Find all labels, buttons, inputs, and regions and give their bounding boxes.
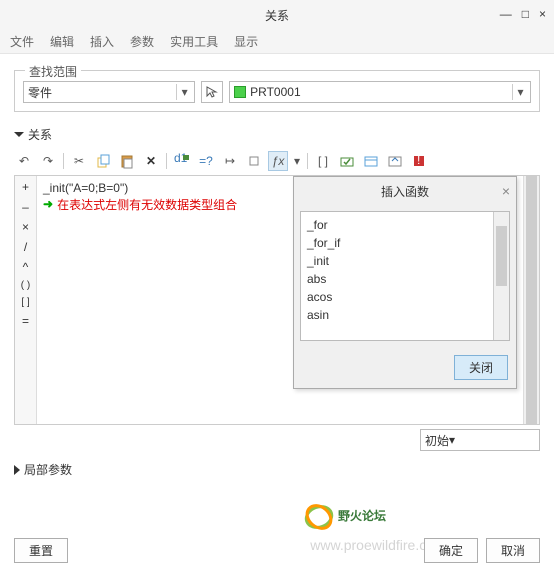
relations-header[interactable]: 关系 — [14, 126, 540, 143]
brackets-icon[interactable]: [ ] — [313, 151, 333, 171]
paste-icon[interactable] — [117, 151, 137, 171]
info-icon[interactable]: =? — [196, 151, 216, 171]
goto-icon[interactable]: ↦ — [220, 151, 240, 171]
title-bar: 关系 — □ × — [0, 0, 554, 30]
op-bracket[interactable]: [ ] — [21, 297, 29, 308]
redo-icon[interactable]: ↷ — [38, 151, 58, 171]
fx-button[interactable]: ƒx — [268, 151, 288, 171]
part-icon — [234, 86, 246, 98]
menu-edit[interactable]: 编辑 — [50, 33, 74, 50]
maximize-button[interactable]: □ — [522, 7, 529, 21]
list-item[interactable]: asin — [307, 306, 503, 324]
chevron-down-icon: ▾ — [176, 84, 192, 100]
copy-icon[interactable] — [93, 151, 113, 171]
list-item[interactable]: _init — [307, 252, 503, 270]
reorder-icon[interactable] — [385, 151, 405, 171]
op-eq[interactable]: = — [22, 314, 29, 328]
window-controls: — □ × — [500, 7, 546, 21]
collapse-icon — [14, 132, 24, 137]
cut-icon[interactable]: ✂ — [69, 151, 89, 171]
menu-display[interactable]: 显示 — [234, 33, 258, 50]
cursor-icon — [206, 86, 218, 98]
dims-icon[interactable]: d1 — [172, 151, 192, 171]
menu-insert[interactable]: 插入 — [90, 33, 114, 50]
validate-icon[interactable] — [337, 151, 357, 171]
window-title: 关系 — [265, 7, 289, 24]
reset-button[interactable]: 重置 — [14, 538, 68, 563]
op-plus[interactable]: + — [22, 180, 29, 194]
function-list: _for _for_if _init abs acos asin — [300, 211, 510, 341]
expand-icon — [14, 465, 20, 475]
init-dropdown[interactable]: 初始 ▾ — [420, 429, 540, 451]
relations-label: 关系 — [28, 126, 52, 143]
menu-file[interactable]: 文件 — [10, 33, 34, 50]
part-value: PRT0001 — [250, 85, 300, 99]
svg-text:!: ! — [417, 153, 420, 167]
list-item[interactable]: acos — [307, 288, 503, 306]
menu-bar: 文件 编辑 插入 参数 实用工具 显示 — [0, 30, 554, 54]
popup-close-button[interactable]: 关闭 — [454, 355, 508, 380]
menu-utils[interactable]: 实用工具 — [170, 33, 218, 50]
pick-button[interactable] — [201, 81, 223, 103]
error-text: 在表达式左侧有无效数据类型组合 — [57, 196, 237, 213]
bracket-icon[interactable] — [244, 151, 264, 171]
close-button[interactable]: × — [539, 7, 546, 21]
op-div[interactable]: / — [24, 240, 27, 254]
op-pow[interactable]: ^ — [23, 260, 29, 274]
op-mult[interactable]: × — [22, 220, 29, 234]
list-item[interactable]: _for_if — [307, 234, 503, 252]
chevron-down-icon: ▾ — [449, 433, 455, 447]
footer: 重置 确定 取消 — [14, 538, 540, 563]
part-dropdown[interactable]: PRT0001 ▾ — [229, 81, 531, 103]
flag-icon[interactable]: ! — [409, 151, 429, 171]
op-minus[interactable]: – — [22, 200, 29, 214]
svg-text:野火论坛: 野火论坛 — [338, 508, 386, 523]
code-line-1: _init("A=0;B=0") — [43, 181, 128, 195]
scope-legend: 查找范围 — [25, 63, 81, 80]
error-icon: ➜ — [43, 197, 53, 211]
wildfire-logo: 野火论坛 — [304, 502, 424, 535]
scope-type-dropdown[interactable]: 零件 ▾ — [23, 81, 195, 103]
popup-title: 插入函数 — [381, 183, 429, 200]
fx-dropdown-icon[interactable]: ▾ — [292, 151, 302, 171]
list-scrollbar[interactable] — [493, 212, 509, 340]
ok-button[interactable]: 确定 — [424, 538, 478, 563]
scope-type-value: 零件 — [28, 84, 52, 101]
cancel-button[interactable]: 取消 — [486, 538, 540, 563]
popup-header: 插入函数 × — [294, 177, 516, 205]
scope-group: 查找范围 零件 ▾ PRT0001 ▾ — [14, 70, 540, 112]
editor: + – × / ^ ( ) [ ] = _init("A=0;B=0") ➜ 在… — [14, 175, 540, 425]
localparams-header[interactable]: 局部参数 — [14, 461, 540, 478]
op-paren[interactable]: ( ) — [21, 280, 30, 291]
menu-params[interactable]: 参数 — [130, 33, 154, 50]
editor-scrollbar[interactable] — [523, 176, 539, 424]
insert-function-popup: 插入函数 × _for _for_if _init abs acos asin … — [293, 176, 517, 389]
popup-close-icon[interactable]: × — [502, 183, 510, 199]
list-item[interactable]: abs — [307, 270, 503, 288]
operator-gutter: + – × / ^ ( ) [ ] = — [15, 176, 37, 424]
localparams-label: 局部参数 — [24, 461, 72, 478]
toolbar: ↶ ↷ ✂ ✕ d1 =? ↦ ƒx ▾ [ ] ! — [14, 147, 540, 175]
undo-icon[interactable]: ↶ — [14, 151, 34, 171]
init-value: 初始 — [425, 432, 449, 449]
chevron-down-icon: ▾ — [512, 84, 528, 100]
list-item[interactable]: _for — [307, 216, 503, 234]
minimize-button[interactable]: — — [500, 7, 512, 21]
table-icon[interactable] — [361, 151, 381, 171]
delete-icon[interactable]: ✕ — [141, 151, 161, 171]
